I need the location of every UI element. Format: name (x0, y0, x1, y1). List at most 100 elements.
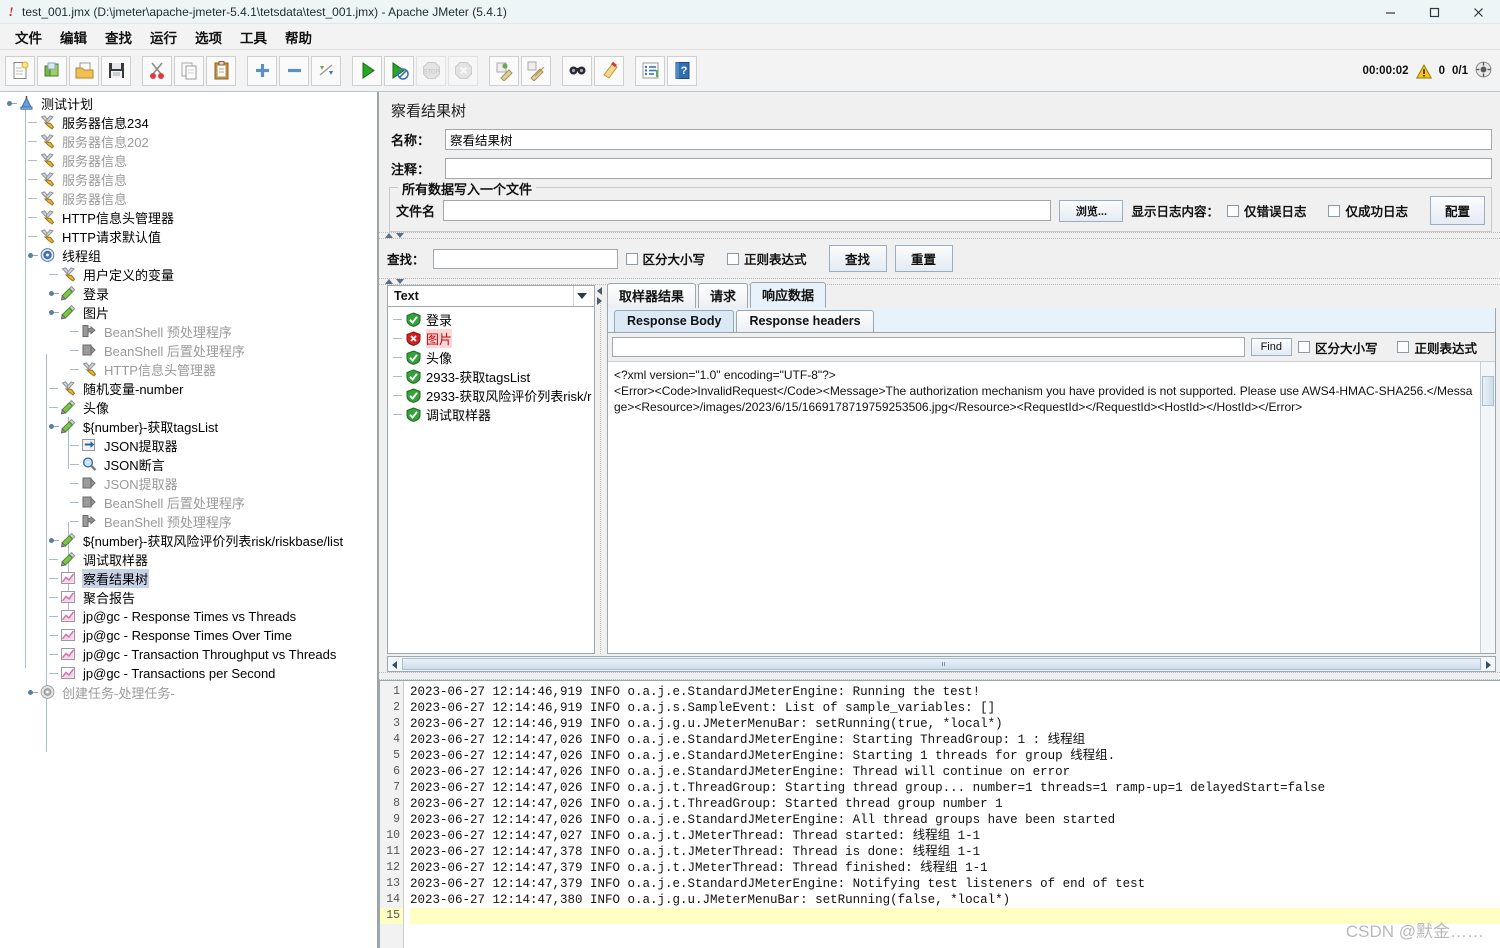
response-match-case-box[interactable] (1297, 341, 1310, 353)
tree-node[interactable]: BeanShell 后置处理程序 (0, 493, 377, 512)
response-match-case-checkbox[interactable]: 区分大小写 (1297, 338, 1392, 357)
result-tree-item[interactable]: 调试取样器 (388, 405, 594, 424)
results-splitter[interactable] (379, 278, 1500, 285)
result-tree-item[interactable]: 登录 (388, 310, 594, 329)
result-tree-item[interactable]: 2933-获取风险评价列表risk/r (388, 386, 594, 405)
warning-icon[interactable] (1415, 63, 1432, 79)
tree-expander-icon[interactable] (46, 417, 60, 436)
results-splitter-down-arrow-icon[interactable] (396, 279, 404, 284)
search-match-case-box[interactable] (625, 252, 638, 265)
tree-node[interactable]: 登录 (0, 284, 377, 303)
new-icon[interactable] (5, 55, 35, 86)
errors-only-box[interactable] (1226, 204, 1239, 217)
clear-all-icon[interactable] (521, 55, 551, 86)
search-match-case-checkbox[interactable]: 区分大小写 (625, 249, 720, 268)
splitter-down-arrow-icon[interactable] (396, 233, 404, 238)
results-splitter-up-arrow-icon[interactable] (385, 279, 393, 284)
browse-button[interactable]: 浏览... (1059, 199, 1124, 222)
tree-expander-icon[interactable] (25, 683, 39, 702)
tree-expander-icon[interactable] (4, 94, 18, 113)
close-button[interactable] (1456, 0, 1500, 24)
tree-node[interactable]: jp@gc - Response Times vs Threads (0, 607, 377, 626)
response-find-button[interactable]: Find (1250, 338, 1292, 356)
render-format-select[interactable]: Text (387, 285, 595, 307)
search-reset-button[interactable]: 重置 (894, 245, 953, 272)
tree-node[interactable]: 察看结果树 (0, 569, 377, 588)
log-viewer[interactable]: 1 2 3 4 5 6 7 8 9 10 11 12 13 14 15 2023-06-27 12:14:4… (379, 680, 1500, 948)
help-icon[interactable]: ? (667, 55, 697, 86)
tree-node[interactable]: jp@gc - Transactions per Second (0, 664, 377, 683)
subtab-response-body[interactable]: Response Body (614, 310, 735, 332)
start-no-pause-icon[interactable] (384, 55, 414, 86)
tree-expander-icon[interactable] (25, 246, 39, 265)
chevron-down-icon[interactable] (573, 286, 590, 306)
search-find-button[interactable]: 查找 (828, 245, 887, 272)
tree-node[interactable]: JSON提取器 (0, 474, 377, 493)
tree-node[interactable]: BeanShell 后置处理程序 (0, 341, 377, 360)
tree-node[interactable]: jp@gc - Response Times Over Time (0, 626, 377, 645)
response-find-input[interactable] (612, 337, 1245, 357)
tree-node[interactable]: JSON提取器 (0, 436, 377, 455)
result-tree-item[interactable]: 头像 (388, 348, 594, 367)
copy-icon[interactable] (174, 55, 204, 86)
results-vertical-splitter[interactable] (595, 285, 607, 654)
comment-input[interactable] (445, 158, 1492, 179)
search-regex-box[interactable] (727, 252, 740, 265)
reset-search-icon[interactable] (594, 55, 624, 86)
log-content[interactable]: 2023-06-27 12:14:46,919 INFO o.a.j.e.Sta… (404, 681, 1500, 948)
subtab-response-headers[interactable]: Response headers (736, 310, 874, 332)
tree-node[interactable]: 服务器信息 (0, 189, 377, 208)
tab-sampler-result[interactable]: 取样器结果 (607, 283, 697, 308)
menu-run[interactable]: 运行 (141, 24, 186, 50)
cut-icon[interactable] (142, 55, 172, 86)
templates-icon[interactable] (37, 55, 67, 86)
toggle-icon[interactable] (311, 55, 341, 86)
success-only-checkbox[interactable]: 仅成功日志 (1328, 201, 1422, 220)
hscroll-right-arrow-icon[interactable] (1486, 661, 1491, 669)
clear-icon[interactable] (489, 55, 519, 86)
tree-node[interactable]: HTTP信息头管理器 (0, 208, 377, 227)
tree-expander-icon[interactable] (46, 284, 60, 303)
tree-node[interactable]: 聚合报告 (0, 588, 377, 607)
tree-node[interactable]: 线程组 (0, 246, 377, 265)
response-body-text[interactable]: <?xml version="1.0" encoding="UTF-8"?> <E… (608, 362, 1480, 653)
menu-file[interactable]: 文件 (6, 24, 51, 50)
expand-icon[interactable] (247, 55, 277, 86)
hscroll-thumb[interactable] (402, 658, 1481, 670)
log-splitter[interactable] (379, 672, 1500, 680)
tree-expander-icon[interactable] (46, 303, 60, 322)
tree-node[interactable]: 头像 (0, 398, 377, 417)
menu-tools[interactable]: 工具 (231, 24, 276, 50)
hscroll-left-arrow-icon[interactable] (392, 661, 397, 669)
response-regex-checkbox[interactable]: 正则表达式 (1397, 338, 1491, 357)
tree-node[interactable]: 随机变量-number (0, 379, 377, 398)
tree-node[interactable]: 用户定义的变量 (0, 265, 377, 284)
config-splitter[interactable] (379, 232, 1500, 239)
search-icon[interactable] (562, 55, 592, 86)
tree-node[interactable]: BeanShell 预处理程序 (0, 322, 377, 341)
tree-node[interactable]: 创建任务-处理任务- (0, 683, 377, 702)
save-icon[interactable] (101, 55, 131, 86)
menu-options[interactable]: 选项 (186, 24, 231, 50)
tree-node[interactable]: 服务器信息202 (0, 132, 377, 151)
tree-node[interactable]: ${number}-获取tagsList (0, 417, 377, 436)
filename-input[interactable] (443, 200, 1052, 221)
tree-node[interactable]: ${number}-获取风险评价列表risk/riskbase/list (0, 531, 377, 550)
tree-node[interactable]: 服务器信息 (0, 170, 377, 189)
tree-node[interactable]: jp@gc - Transaction Throughput vs Thread… (0, 645, 377, 664)
tree-node[interactable]: 服务器信息 (0, 151, 377, 170)
response-regex-box[interactable] (1397, 341, 1410, 353)
menu-edit[interactable]: 编辑 (51, 24, 96, 50)
results-horizontal-scrollbar[interactable] (387, 656, 1496, 672)
maximize-button[interactable] (1412, 0, 1456, 24)
menu-help[interactable]: 帮助 (276, 24, 321, 50)
tree-node[interactable]: 图片 (0, 303, 377, 322)
vsplit-grip[interactable] (600, 303, 601, 654)
tab-response-data[interactable]: 响应数据 (750, 282, 827, 308)
name-input[interactable] (445, 129, 1492, 150)
tree-node[interactable]: 测试计划 (0, 94, 377, 113)
tree-node[interactable]: 服务器信息234 (0, 113, 377, 132)
tab-request[interactable]: 请求 (698, 283, 749, 308)
splitter-up-arrow-icon[interactable] (385, 233, 393, 238)
tree-node[interactable]: 调试取样器 (0, 550, 377, 569)
